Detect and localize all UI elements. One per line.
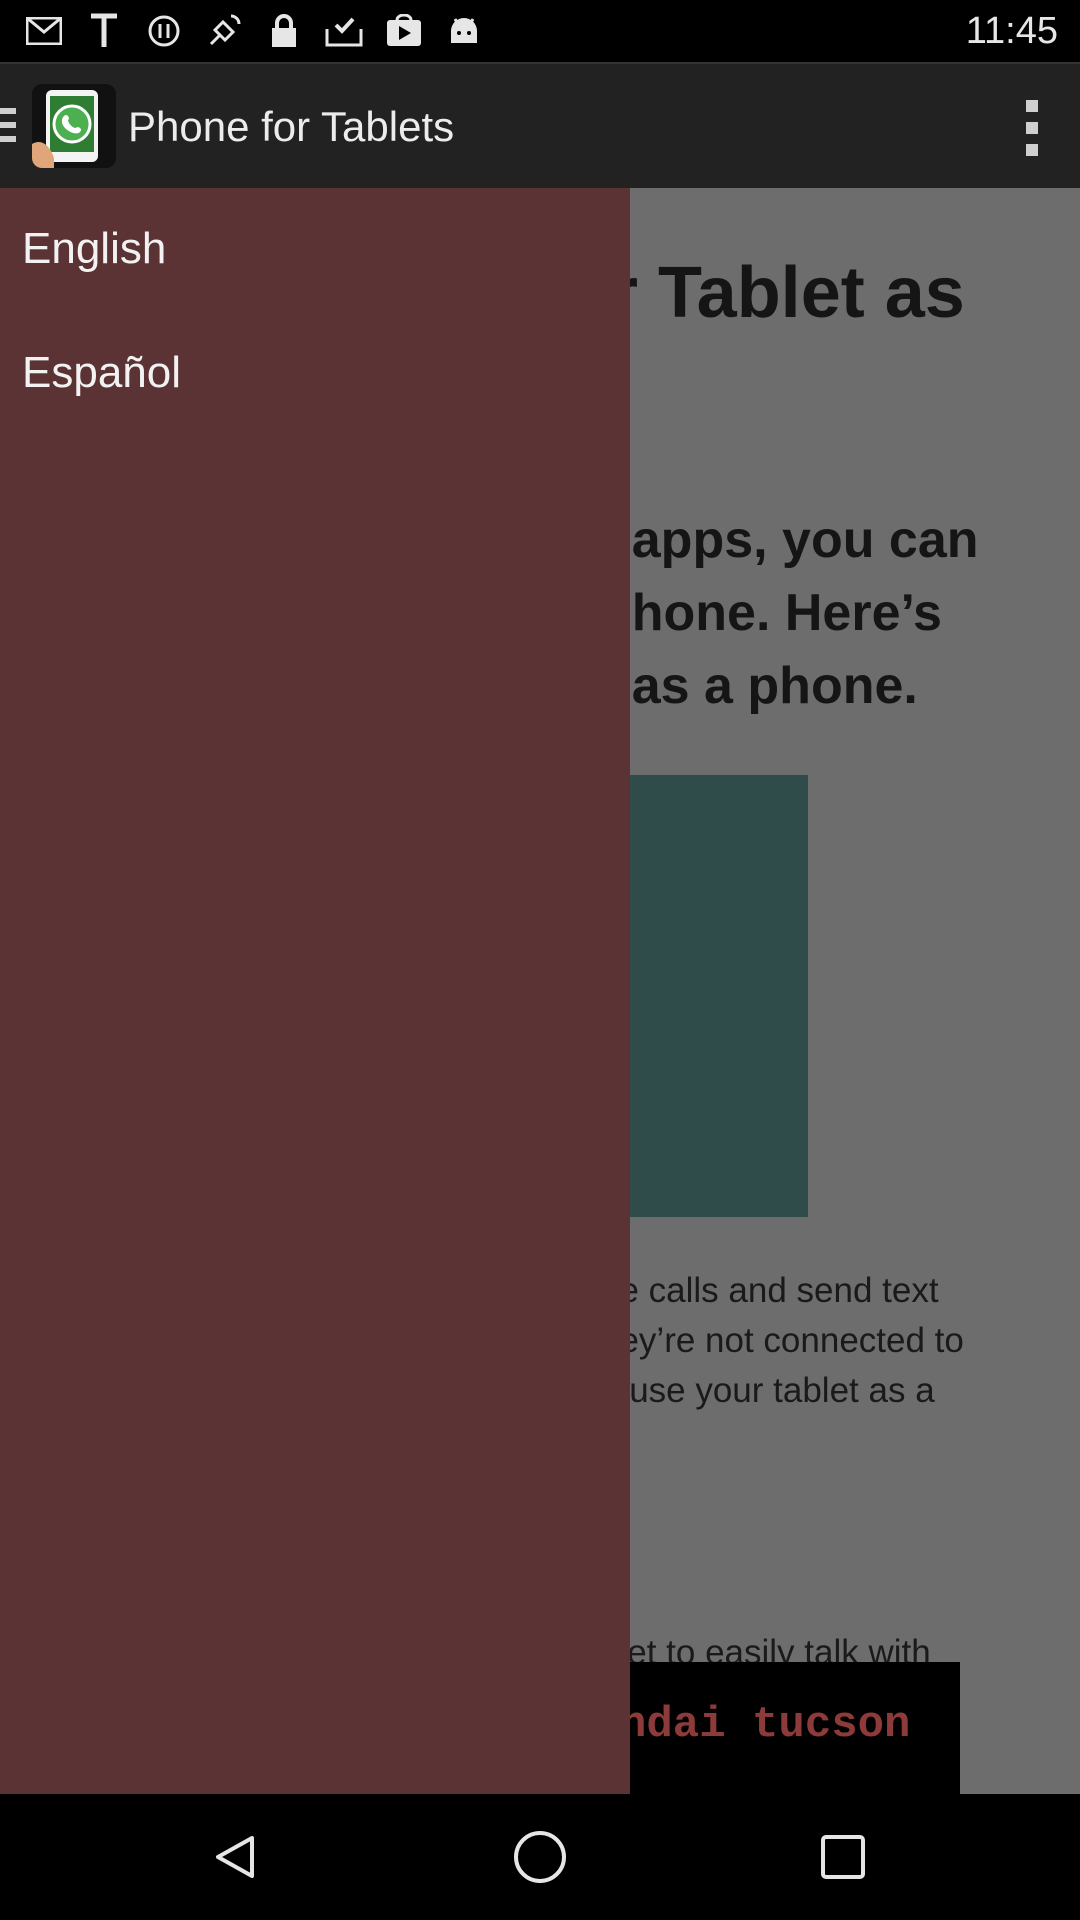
article-intro: f apps, you can phone. Here’s t as a pho… xyxy=(600,504,979,723)
navigation-drawer: English Español xyxy=(0,188,630,1794)
status-bar: 11:45 xyxy=(0,0,1080,62)
body-line: ney’re not connected to xyxy=(600,1321,964,1360)
body-line: o use your tablet as a xyxy=(600,1371,935,1410)
text-t-icon xyxy=(84,11,124,51)
sync-circle-icon xyxy=(144,11,184,51)
inbox-check-icon xyxy=(324,11,364,51)
clock: 11:45 xyxy=(965,10,1058,52)
intro-line: f apps, you can xyxy=(600,511,979,569)
drawer-item-label: English xyxy=(22,224,167,273)
lock-icon xyxy=(264,11,304,51)
drawer-item-espanol[interactable]: Español xyxy=(0,312,630,436)
android-icon xyxy=(444,11,484,51)
drawer-item-english[interactable]: English xyxy=(0,188,630,312)
app-logo-icon[interactable] xyxy=(32,84,116,168)
mail-icon xyxy=(24,11,64,51)
gps-icon xyxy=(204,11,244,51)
recents-icon[interactable] xyxy=(808,1822,878,1892)
app-title: Phone for Tablets xyxy=(128,103,455,150)
notification-icons xyxy=(24,8,484,54)
system-nav-bar xyxy=(0,1794,1080,1920)
intro-line: t as a phone. xyxy=(600,657,918,715)
body-line: ne calls and send text xyxy=(600,1271,939,1310)
drawer-item-label: Español xyxy=(22,348,182,397)
action-bar: Phone for Tablets xyxy=(0,62,1080,190)
article-body: ne calls and send text ney’re not connec… xyxy=(600,1266,964,1416)
intro-line: phone. Here’s xyxy=(600,584,942,642)
drawer-toggle-icon[interactable] xyxy=(0,108,16,148)
article-heading: r Tablet as xyxy=(610,253,965,333)
back-icon[interactable] xyxy=(200,1822,270,1892)
ad-text: ndai tucson xyxy=(620,1700,911,1750)
play-store-icon xyxy=(384,11,424,51)
home-icon[interactable] xyxy=(505,1822,575,1892)
overflow-menu-icon[interactable] xyxy=(1024,100,1040,156)
